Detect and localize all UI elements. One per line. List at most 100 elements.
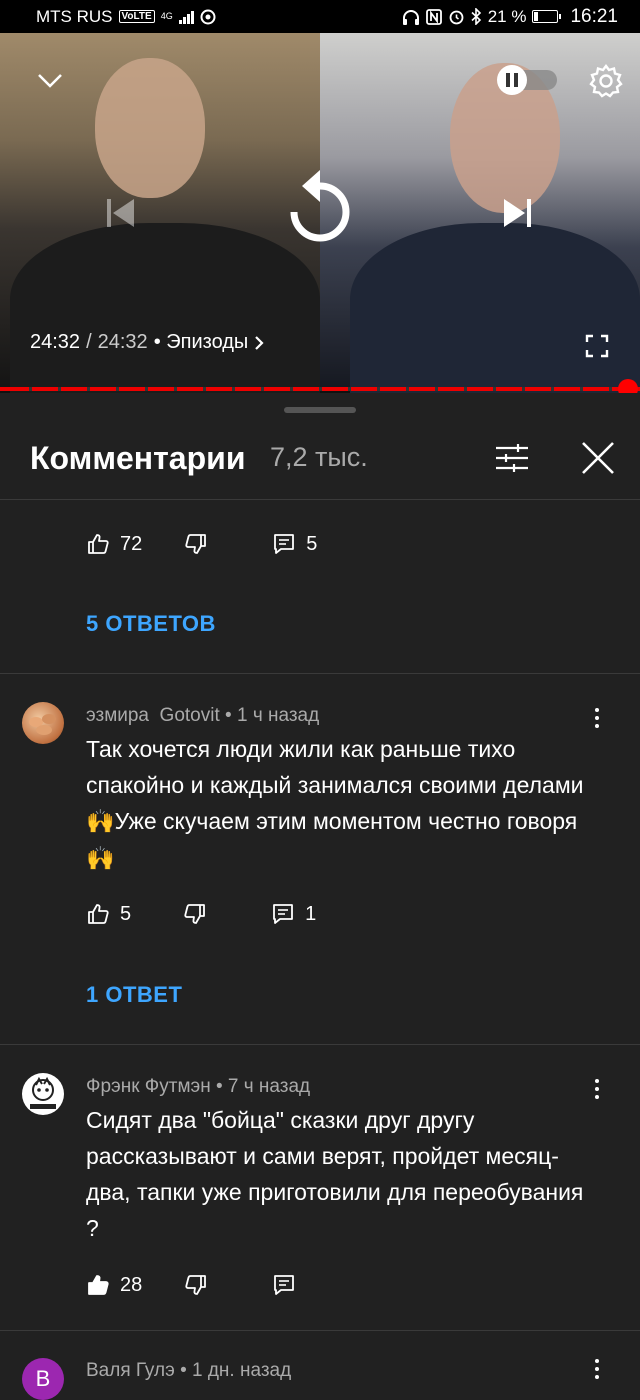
- network-type: 4G: [160, 11, 173, 21]
- avatar[interactable]: В: [22, 1358, 64, 1400]
- chevron-right-icon: [255, 335, 264, 350]
- thumbs-up-filled-icon: [88, 1275, 109, 1295]
- chapter-marker: [580, 387, 583, 391]
- thumbs-down-icon: [184, 904, 206, 924]
- nfc-icon: [425, 8, 442, 25]
- reply-count: 5: [306, 532, 318, 555]
- comment-icon: [274, 534, 295, 554]
- replay-icon[interactable]: [280, 165, 360, 255]
- chapter-marker: [609, 387, 612, 391]
- divider: [0, 673, 640, 674]
- like-count: 5: [120, 902, 132, 925]
- chapter-marker: [377, 387, 380, 391]
- avatar[interactable]: [22, 1073, 64, 1115]
- battery-icon: [532, 10, 562, 23]
- chapter-marker: [58, 387, 61, 391]
- thumbs-up-icon: [88, 534, 109, 554]
- comment-meta: Фрэнк Футмэн • 7 ч назад: [86, 1076, 310, 1098]
- divider: [0, 1330, 640, 1331]
- drag-handle[interactable]: [284, 407, 356, 413]
- comment-icon: [274, 1275, 295, 1295]
- progress-scrubber[interactable]: [618, 379, 638, 393]
- chapter-marker: [522, 387, 525, 391]
- collapse-chevron-icon[interactable]: [30, 61, 70, 101]
- more-options-icon[interactable]: [588, 1354, 606, 1384]
- headphones-icon: [402, 9, 419, 25]
- episodes-button[interactable]: • Эпизоды: [154, 331, 249, 354]
- chapter-marker: [319, 387, 322, 391]
- sort-filter-icon[interactable]: [490, 436, 534, 480]
- comment-actions: 28: [86, 1273, 296, 1297]
- thumbs-down-icon: [185, 534, 207, 554]
- battery-percent: 21 %: [487, 6, 527, 26]
- comment-author[interactable]: Валя Гулэ: [86, 1360, 175, 1381]
- time-separator: /: [86, 331, 92, 353]
- signal-icon: [178, 10, 194, 24]
- chapter-marker: [87, 387, 90, 391]
- status-bar: MTS RUS VoLTE 4G 21 % 16:21: [0, 0, 640, 33]
- more-options-icon[interactable]: [588, 703, 606, 733]
- app-notification-icon: [200, 9, 216, 24]
- more-options-icon[interactable]: [588, 1074, 606, 1104]
- like-count: 72: [120, 532, 143, 555]
- chapter-marker: [290, 387, 293, 391]
- like-count: 28: [120, 1273, 143, 1296]
- chapter-marker: [29, 387, 32, 391]
- comment-meta: эзмира Gotovit • 1 ч назад: [86, 705, 319, 727]
- comment-meta: Валя Гулэ • 1 дн. назад: [86, 1360, 291, 1382]
- replies-link[interactable]: 5 ОТВЕТОВ: [86, 611, 216, 637]
- chapter-marker: [232, 387, 235, 391]
- chapter-marker: [464, 387, 467, 391]
- clock: 16:21: [570, 5, 618, 27]
- dislike-button[interactable]: [183, 902, 207, 926]
- reply-button[interactable]: 1: [271, 902, 316, 926]
- reply-count: 1: [305, 902, 317, 925]
- close-icon[interactable]: [576, 436, 620, 480]
- fullscreen-icon[interactable]: [580, 329, 614, 363]
- comment-time: • 1 ч назад: [225, 705, 320, 726]
- like-button[interactable]: 72: [86, 532, 142, 556]
- thumbs-up-icon: [88, 904, 109, 924]
- avatar-letter: В: [35, 1366, 51, 1391]
- chapter-marker: [435, 387, 438, 391]
- comment-actions: 5 1: [86, 902, 316, 926]
- comment-author[interactable]: Фрэнк Футмэн: [86, 1076, 211, 1097]
- comment-author[interactable]: эзмира Gotovit: [86, 705, 220, 726]
- previous-icon[interactable]: [98, 191, 142, 235]
- comment-time: • 7 ч назад: [215, 1076, 311, 1097]
- autoplay-toggle[interactable]: [492, 63, 560, 97]
- avatar[interactable]: [22, 702, 64, 744]
- battery-fill: [534, 12, 539, 21]
- replies-link[interactable]: 1 ОТВЕТ: [86, 982, 182, 1008]
- comments-header: Комментарии 7,2 тыс.: [0, 420, 640, 500]
- chapter-marker: [203, 387, 206, 391]
- video-player[interactable]: 24:32 / 24:32 • Эпизоды: [0, 33, 640, 393]
- settings-gear-icon[interactable]: [584, 59, 628, 103]
- chapter-marker: [261, 387, 264, 391]
- comment-text: Так хочется люди жили как раньше тихо сп…: [86, 736, 584, 872]
- comment-time: • 1 дн. назад: [180, 1360, 292, 1381]
- comments-count: 7,2 тыс.: [270, 442, 368, 472]
- dislike-button[interactable]: [184, 532, 208, 556]
- chapter-marker: [145, 387, 148, 391]
- chapter-marker: [348, 387, 351, 391]
- comment-actions: 72 5: [86, 532, 317, 556]
- chapter-marker: [406, 387, 409, 391]
- comment-icon: [273, 904, 294, 924]
- chapter-marker: [174, 387, 177, 391]
- time-display: 24:32 / 24:32 • Эпизоды: [30, 331, 264, 354]
- comments-title: Комментарии: [30, 440, 246, 476]
- chapter-marker: [493, 387, 496, 391]
- current-time: 24:32: [30, 331, 81, 353]
- next-icon[interactable]: [496, 191, 540, 235]
- like-button[interactable]: 5: [86, 902, 131, 926]
- dislike-button[interactable]: [184, 1273, 208, 1297]
- alarm-icon: [449, 10, 464, 25]
- duration: 24:32: [97, 331, 148, 353]
- reply-button[interactable]: 5: [272, 532, 317, 556]
- comment-text: Сидят два "бойца" сказки друг другу расс…: [86, 1107, 584, 1241]
- chapter-marker: [551, 387, 554, 391]
- like-button[interactable]: 28: [86, 1273, 142, 1297]
- reply-button[interactable]: [272, 1273, 296, 1297]
- carrier-name: MTS RUS: [36, 6, 113, 26]
